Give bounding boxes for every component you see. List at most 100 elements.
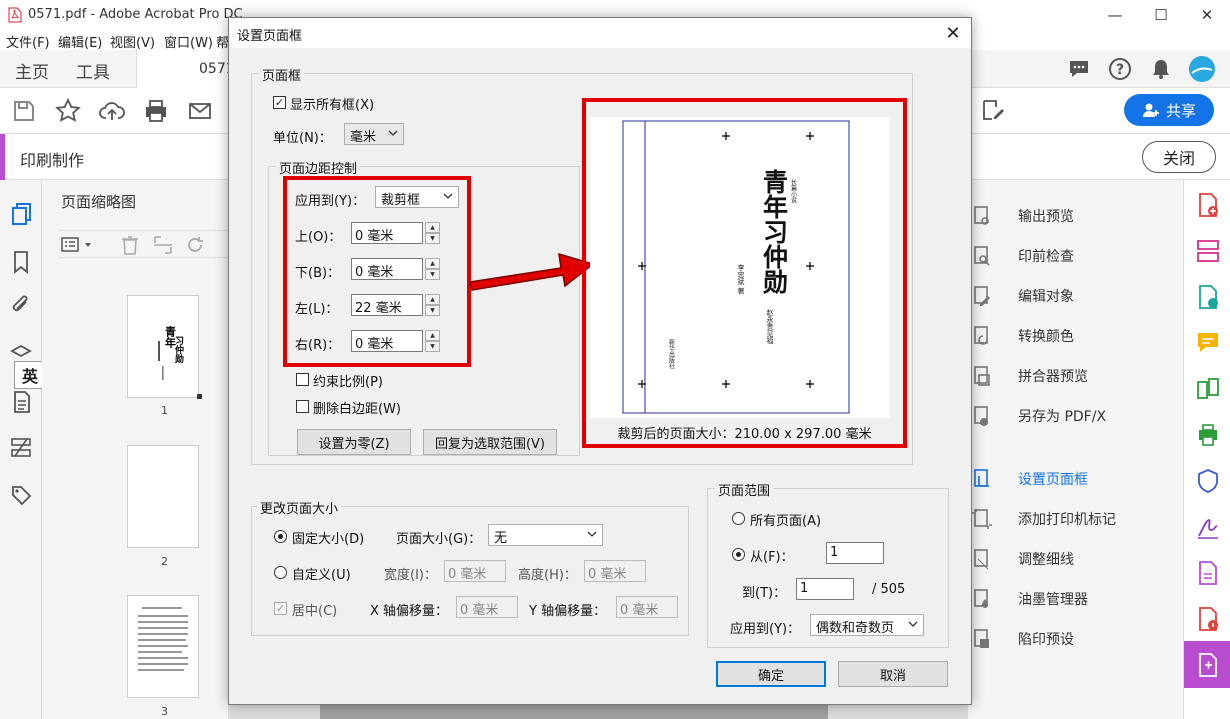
structure-icon[interactable] <box>10 436 32 460</box>
right-tools-rail <box>1183 180 1230 719</box>
window-title: 0571.pdf - Adobe Acrobat Pro DC <box>28 7 243 22</box>
page-thumbnail-2[interactable] <box>127 445 199 548</box>
from-page-radio[interactable] <box>732 548 745 561</box>
tab-home[interactable]: 主页 <box>15 58 49 83</box>
minimize-button[interactable]: — <box>1092 0 1138 30</box>
page-size-label: 页面大小(G)： <box>396 532 482 547</box>
tool-printer-marks[interactable]: 添加打印机标记 <box>968 499 1183 539</box>
email-icon[interactable] <box>188 99 212 123</box>
revert-to-selection-button[interactable]: 回复为选取范围(V) <box>423 429 557 455</box>
range-apply-to-select[interactable]: 偶数和奇数页 <box>810 614 924 636</box>
notification-bell-icon[interactable] <box>1150 58 1172 80</box>
edit-pdf-icon[interactable] <box>1195 560 1221 586</box>
to-page-input[interactable]: 1 <box>796 578 854 600</box>
set-to-zero-button[interactable]: 设置为零(Z) <box>297 429 411 455</box>
page-size-select[interactable]: 无 <box>488 524 603 546</box>
chevron-down-icon <box>908 621 918 627</box>
trap-presets-icon <box>974 629 989 648</box>
active-tool-highlight[interactable] <box>1184 641 1230 688</box>
comment-tool-icon[interactable] <box>1195 330 1221 356</box>
annotation-highlight-margins <box>283 176 471 367</box>
page-content-icon[interactable] <box>12 390 32 414</box>
fixed-size-radio[interactable] <box>274 530 287 543</box>
printer-marks-icon <box>972 509 992 529</box>
rotate-page-icon[interactable] <box>184 234 206 256</box>
tab-tools[interactable]: 工具 <box>76 58 110 83</box>
maximize-button[interactable]: ☐ <box>1138 0 1184 30</box>
dialog-close-button[interactable]: ✕ <box>935 18 971 48</box>
page-thumbnail-1[interactable]: 青年 习仲勋 <box>127 295 199 398</box>
bookmark-star-icon[interactable] <box>55 98 81 124</box>
comment-icon[interactable] <box>1068 58 1090 80</box>
show-all-boxes-label: 显示所有框(X) <box>290 98 375 113</box>
show-all-boxes-checkbox[interactable]: ✓ <box>273 96 286 109</box>
from-page-input[interactable]: 1 <box>826 542 884 564</box>
change-page-size-group: 更改页面大小 固定大小(D) 页面大小(G)： 无 自定义(U) 宽度(I)： … <box>251 498 689 636</box>
chevron-down-icon <box>388 130 398 136</box>
tool-ink-manager[interactable]: 油墨管理器 <box>968 579 1183 619</box>
height-input[interactable]: 0 毫米 <box>584 560 646 582</box>
tags-icon[interactable] <box>10 484 32 508</box>
y-offset-input[interactable]: 0 毫米 <box>616 596 678 618</box>
tool-flattener-preview[interactable]: 拼合器预览 <box>968 356 1183 396</box>
center-label: 居中(C) <box>292 604 338 619</box>
tool-trap-presets[interactable]: 陷印预设 <box>968 619 1183 659</box>
constrain-proportions-checkbox[interactable] <box>296 373 309 386</box>
tool-edit-object[interactable]: 编辑对象 <box>968 276 1183 316</box>
extract-pages-icon[interactable] <box>152 234 174 256</box>
organize-pages-icon[interactable] <box>1195 238 1221 264</box>
tool-preflight[interactable]: 印前检查 <box>968 236 1183 276</box>
dialog-title: 设置页面框 <box>237 29 303 44</box>
preflight-icon <box>974 246 990 266</box>
share-label: 共享 <box>1165 101 1196 120</box>
attachments-icon[interactable] <box>10 294 32 318</box>
combine-files-icon[interactable] <box>1195 376 1221 402</box>
custom-size-radio[interactable] <box>274 566 287 579</box>
layers-icon[interactable] <box>10 344 32 362</box>
x-offset-input[interactable]: 0 毫米 <box>456 596 518 618</box>
user-avatar-icon[interactable] <box>1188 55 1216 83</box>
page-preview: 青年习仲勋 长篇小说 李忠斌 著 赵永贵见福 新华出版社 <box>590 117 890 418</box>
fill-sign-icon[interactable] <box>980 97 1006 123</box>
remove-white-margins-checkbox[interactable] <box>296 400 309 413</box>
tool-convert-color[interactable]: 转换颜色 <box>968 316 1183 356</box>
tool-save-as-pdfx[interactable]: 另存为 PDF/X <box>968 396 1183 436</box>
document-tab[interactable]: 0571 <box>136 50 235 88</box>
ink-manager-icon <box>974 589 988 608</box>
fix-hairlines-icon <box>974 549 989 570</box>
menu-file[interactable]: 文件(F) <box>6 32 50 51</box>
width-input[interactable]: 0 毫米 <box>444 560 506 582</box>
close-tool-button[interactable]: 关闭 <box>1142 141 1216 173</box>
tool-output-preview[interactable]: 输出预览 <box>968 196 1183 236</box>
thumb-options-icon[interactable] <box>60 235 96 255</box>
menu-edit[interactable]: 编辑(E) <box>58 32 102 51</box>
ok-button[interactable]: 确定 <box>716 661 826 687</box>
help-icon[interactable]: ? <box>1108 57 1132 81</box>
cancel-button[interactable]: 取消 <box>838 661 948 687</box>
upload-cloud-icon[interactable] <box>99 98 125 124</box>
export-pdf-icon[interactable] <box>1195 284 1221 310</box>
fill-and-sign-icon[interactable] <box>1195 514 1221 540</box>
print-icon[interactable] <box>143 98 169 124</box>
menu-view[interactable]: 视图(V) <box>110 32 155 51</box>
text-page-thumbnail-image <box>138 607 188 671</box>
tool-fix-hairlines[interactable]: 调整细线 <box>968 539 1183 579</box>
protect-icon[interactable] <box>1195 468 1221 494</box>
pdf-info-icon[interactable] <box>1195 606 1221 632</box>
all-pages-radio[interactable] <box>732 512 745 525</box>
page-thumbnails-icon[interactable] <box>11 202 33 226</box>
thumbnail-handle[interactable] <box>197 394 202 399</box>
page-thumbnail-3[interactable] <box>127 595 199 698</box>
delete-pages-icon[interactable] <box>120 234 140 256</box>
print-production-icon[interactable] <box>1195 422 1221 448</box>
center-checkbox[interactable]: ✓ <box>274 602 287 615</box>
save-icon[interactable] <box>12 99 36 123</box>
unit-select[interactable]: 毫米 <box>344 123 404 145</box>
window-close-button[interactable]: ✕ <box>1184 0 1230 30</box>
create-pdf-icon[interactable] <box>1195 192 1221 218</box>
menu-window[interactable]: 窗口(W) <box>164 32 213 51</box>
tool-set-page-boxes[interactable]: 设置页面框 <box>968 459 1183 499</box>
custom-size-label: 自定义(U) <box>292 568 351 583</box>
share-button[interactable]: 共享 <box>1124 94 1214 126</box>
bookmarks-icon[interactable] <box>12 250 30 274</box>
